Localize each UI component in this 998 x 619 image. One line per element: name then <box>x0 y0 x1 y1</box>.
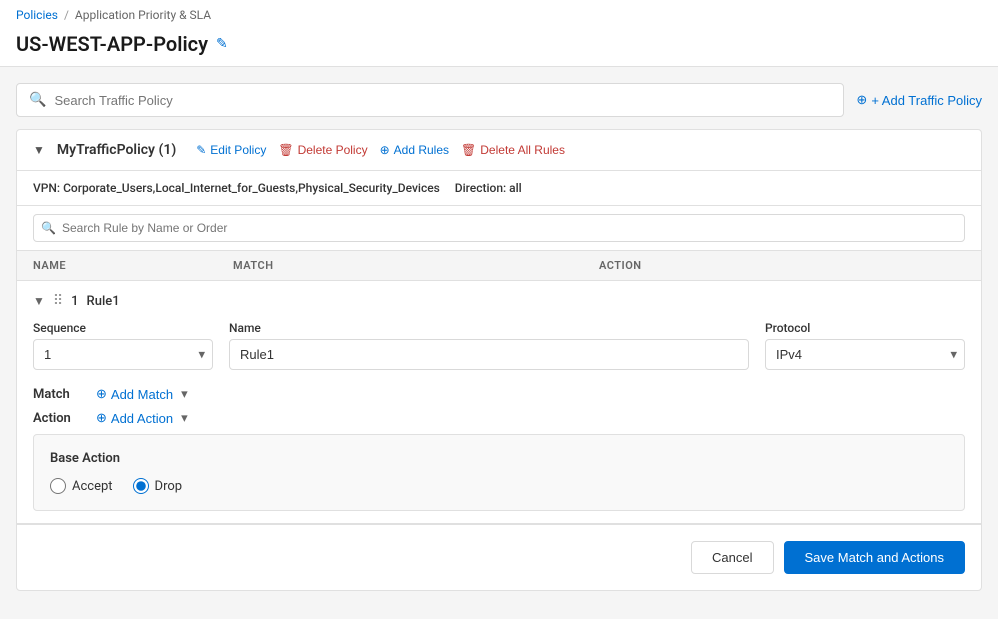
col-match: MATCH <box>233 259 599 272</box>
vpn-value: Corporate_Users,Local_Internet_for_Guest… <box>63 181 440 195</box>
protocol-select[interactable]: IPv4 IPv6 Any <box>765 339 965 370</box>
drop-radio[interactable] <box>133 478 149 494</box>
action-chevron-icon[interactable]: ▾ <box>181 411 188 426</box>
breadcrumb: Policies / Application Priority & SLA <box>16 8 982 26</box>
col-action: ACTION <box>599 259 965 272</box>
add-traffic-policy-icon: ⊕ <box>856 92 867 108</box>
name-group: Name <box>229 321 749 370</box>
rule-search-input[interactable] <box>33 214 965 242</box>
action-label: Action <box>33 411 88 426</box>
add-traffic-policy-button[interactable]: ⊕ + Add Traffic Policy <box>856 92 982 108</box>
policy-collapse-icon[interactable]: ▼ <box>33 143 45 157</box>
add-action-label: Add Action <box>111 411 173 426</box>
cancel-button[interactable]: Cancel <box>691 541 773 574</box>
edit-page-title-icon[interactable]: ✎ <box>216 36 228 52</box>
edit-icon: ✎ <box>196 143 206 157</box>
add-traffic-policy-label: + Add Traffic Policy <box>871 93 982 108</box>
accept-radio[interactable] <box>50 478 66 494</box>
protocol-label: Protocol <box>765 321 965 335</box>
add-match-label: Add Match <box>111 387 173 402</box>
rule-number: 1 <box>71 294 78 309</box>
name-input[interactable] <box>229 339 749 370</box>
drop-label: Drop <box>155 479 183 494</box>
policy-header: ▼ MyTrafficPolicy (1) ✎ Edit Policy 🗑 De… <box>17 130 981 171</box>
page-title: US-WEST-APP-Policy <box>16 32 208 56</box>
edit-policy-button[interactable]: ✎ Edit Policy <box>196 143 266 157</box>
table-header: NAME MATCH ACTION <box>17 251 981 281</box>
rule-search-bar: 🔍 <box>17 206 981 251</box>
direction-label: Direction: <box>455 181 506 195</box>
delete-icon: 🗑 <box>278 143 293 157</box>
add-match-icon: ⊕ <box>96 386 107 402</box>
match-chevron-icon[interactable]: ▾ <box>181 387 188 402</box>
breadcrumb-parent[interactable]: Policies <box>16 8 58 22</box>
sequence-select[interactable]: 1 <box>33 339 213 370</box>
base-action-section: Base Action Accept Drop <box>33 434 965 511</box>
rule-search-icon: 🔍 <box>41 221 56 235</box>
policy-title: MyTrafficPolicy (1) <box>57 142 176 158</box>
sequence-label: Sequence <box>33 321 213 335</box>
add-action-icon: ⊕ <box>96 410 107 426</box>
match-row: Match ⊕ Add Match ▾ <box>33 386 965 402</box>
protocol-group: Protocol IPv4 IPv6 Any ▾ <box>765 321 965 370</box>
accept-label: Accept <box>72 479 113 494</box>
add-match-button[interactable]: ⊕ Add Match <box>96 386 173 402</box>
rule-form: Sequence 1 ▾ Name Protocol <box>33 321 965 370</box>
policy-meta: VPN: Corporate_Users,Local_Internet_for_… <box>17 171 981 206</box>
action-row: Action ⊕ Add Action ▾ <box>33 410 965 426</box>
footer-actions: Cancel Save Match and Actions <box>17 524 981 590</box>
global-search-icon: 🔍 <box>29 92 46 108</box>
breadcrumb-current: Application Priority & SLA <box>75 8 211 22</box>
col-name: NAME <box>33 259 233 272</box>
delete-policy-button[interactable]: 🗑 Delete Policy <box>278 143 367 157</box>
rule-name-display: Rule1 <box>87 294 120 309</box>
drag-handle-icon[interactable]: ⠿ <box>53 293 63 309</box>
add-action-button[interactable]: ⊕ Add Action <box>96 410 173 426</box>
rule-collapse-icon[interactable]: ▼ <box>33 294 45 308</box>
add-icon: ⊕ <box>380 143 390 157</box>
rule-row-header: ▼ ⠿ 1 Rule1 <box>33 293 965 309</box>
base-action-title: Base Action <box>50 451 948 466</box>
global-search-input[interactable] <box>54 93 831 108</box>
save-match-actions-button[interactable]: Save Match and Actions <box>784 541 965 574</box>
delete-all-icon: 🗑 <box>461 143 476 157</box>
sequence-group: Sequence 1 ▾ <box>33 321 213 370</box>
match-label: Match <box>33 387 88 402</box>
base-action-radio-group: Accept Drop <box>50 478 948 494</box>
direction-value: all <box>509 181 522 195</box>
drop-option[interactable]: Drop <box>133 478 183 494</box>
accept-option[interactable]: Accept <box>50 478 113 494</box>
add-rules-button[interactable]: ⊕ Add Rules <box>380 143 449 157</box>
policy-card: ▼ MyTrafficPolicy (1) ✎ Edit Policy 🗑 De… <box>16 129 982 591</box>
policy-actions: ✎ Edit Policy 🗑 Delete Policy ⊕ Add Rule… <box>196 143 565 157</box>
vpn-label: VPN: <box>33 181 60 195</box>
delete-all-rules-button[interactable]: 🗑 Delete All Rules <box>461 143 565 157</box>
rule-row: ▼ ⠿ 1 Rule1 Sequence 1 ▾ Name <box>17 281 981 524</box>
name-label: Name <box>229 321 749 335</box>
